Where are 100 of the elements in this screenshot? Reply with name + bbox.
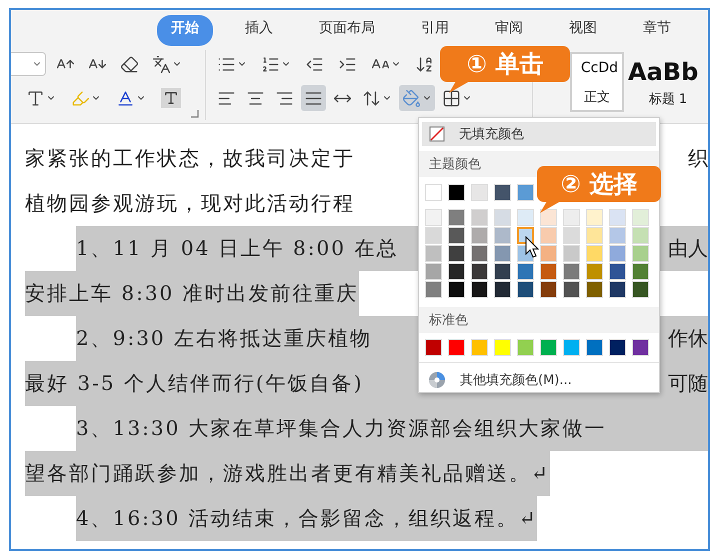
color-swatch[interactable] bbox=[517, 280, 534, 298]
color-swatch[interactable] bbox=[425, 262, 442, 280]
color-swatch[interactable] bbox=[632, 280, 649, 298]
style-sample: CcDd bbox=[580, 60, 619, 76]
color-swatch[interactable] bbox=[563, 280, 580, 298]
sort-icon bbox=[414, 54, 434, 74]
document-text: 1、11 月 04 日上午 8:00 在总 bbox=[76, 235, 398, 262]
document-text: 作休 bbox=[668, 325, 708, 352]
color-wheel-icon bbox=[428, 371, 446, 390]
color-swatch[interactable] bbox=[448, 208, 465, 226]
justify-button[interactable] bbox=[300, 85, 326, 111]
color-swatch[interactable] bbox=[540, 338, 557, 356]
color-swatch[interactable] bbox=[632, 226, 649, 244]
document-text: 家紧张的工作状态，故我司决定于 bbox=[25, 145, 355, 172]
ribbon-tab[interactable]: 页面布局 bbox=[305, 15, 389, 46]
color-swatch[interactable] bbox=[494, 338, 511, 356]
color-swatch[interactable] bbox=[517, 184, 534, 200]
color-swatch[interactable] bbox=[563, 226, 580, 244]
more-colors-item[interactable]: 其他填充颜色(M)... bbox=[419, 362, 659, 392]
color-swatch[interactable] bbox=[425, 208, 442, 226]
color-swatch[interactable] bbox=[563, 244, 580, 262]
borders-icon bbox=[442, 88, 461, 108]
style-preset[interactable]: CcDd 正文 bbox=[570, 52, 624, 112]
line-spacing-icon bbox=[362, 88, 381, 108]
color-swatch[interactable] bbox=[471, 338, 488, 356]
color-swatch[interactable] bbox=[494, 262, 511, 280]
ribbon-tab[interactable]: 章节 bbox=[629, 15, 685, 46]
color-swatch[interactable] bbox=[425, 184, 442, 200]
color-swatch[interactable] bbox=[609, 226, 626, 244]
document-text: 最好 3-5 个人结伴而行(午饭自备) bbox=[25, 370, 364, 397]
color-swatch[interactable] bbox=[448, 338, 465, 356]
color-swatch[interactable] bbox=[448, 226, 465, 244]
color-swatch[interactable] bbox=[471, 280, 488, 298]
numbering-icon bbox=[260, 54, 280, 74]
color-swatch[interactable] bbox=[563, 262, 580, 280]
color-swatch[interactable] bbox=[609, 208, 626, 226]
color-swatch[interactable] bbox=[471, 262, 488, 280]
fill-icon bbox=[402, 88, 421, 108]
color-swatch[interactable] bbox=[586, 208, 603, 226]
ribbon-tab[interactable]: 插入 bbox=[231, 15, 287, 46]
color-swatch[interactable] bbox=[425, 226, 442, 244]
color-swatch[interactable] bbox=[540, 244, 557, 262]
color-swatch[interactable] bbox=[609, 262, 626, 280]
color-swatch[interactable] bbox=[494, 280, 511, 298]
color-swatch[interactable] bbox=[609, 280, 626, 298]
color-swatch[interactable] bbox=[540, 280, 557, 298]
ribbon-tab[interactable]: 视图 bbox=[555, 15, 611, 46]
color-swatch[interactable] bbox=[586, 338, 603, 356]
pointer-cursor-icon bbox=[525, 236, 539, 258]
color-swatch[interactable] bbox=[632, 338, 649, 356]
color-swatch[interactable] bbox=[540, 226, 557, 244]
color-swatch[interactable] bbox=[563, 208, 580, 226]
color-swatch[interactable] bbox=[448, 244, 465, 262]
color-swatch[interactable] bbox=[448, 262, 465, 280]
color-swatch[interactable] bbox=[494, 208, 511, 226]
color-swatch[interactable] bbox=[586, 226, 603, 244]
color-swatch[interactable] bbox=[494, 226, 511, 244]
color-swatch[interactable] bbox=[563, 338, 580, 356]
character-shading-button[interactable] bbox=[158, 85, 184, 111]
ribbon-tab[interactable]: 引用 bbox=[407, 15, 463, 46]
color-swatch[interactable] bbox=[586, 262, 603, 280]
document-text: 安排上车 8:30 准时出发前往重庆 bbox=[25, 280, 359, 307]
no-fill-item[interactable]: 无填充颜色 bbox=[422, 122, 656, 146]
color-swatch[interactable] bbox=[425, 338, 442, 356]
document-text: 可随 bbox=[668, 370, 708, 397]
document-text: 植物园参观游玩，现对此活动行程 bbox=[25, 190, 355, 217]
style-preset[interactable]: AaBb 标题 1 bbox=[628, 52, 708, 112]
color-swatch[interactable] bbox=[471, 226, 488, 244]
dialog-launcher-icon[interactable] bbox=[190, 110, 199, 118]
document-text: 3、13:30 大家在草坪集合人力资源部会组织大家做一 bbox=[76, 415, 607, 442]
color-swatch[interactable] bbox=[471, 244, 488, 262]
color-swatch[interactable] bbox=[540, 208, 557, 226]
color-swatch[interactable] bbox=[517, 262, 534, 280]
font-size-field[interactable] bbox=[11, 52, 46, 76]
color-swatch[interactable] bbox=[425, 280, 442, 298]
color-swatch[interactable] bbox=[448, 184, 465, 200]
color-swatch[interactable] bbox=[632, 244, 649, 262]
color-swatch[interactable] bbox=[586, 244, 603, 262]
no-fill-icon bbox=[429, 126, 445, 142]
color-swatch[interactable] bbox=[540, 262, 557, 280]
color-swatch[interactable] bbox=[517, 338, 534, 356]
highlight-icon bbox=[71, 88, 90, 108]
color-swatch[interactable] bbox=[517, 226, 534, 244]
font-color-icon bbox=[116, 88, 135, 108]
color-swatch[interactable] bbox=[448, 280, 465, 298]
color-swatch[interactable] bbox=[494, 244, 511, 262]
document-text: 由人 bbox=[668, 235, 708, 262]
color-swatch[interactable] bbox=[471, 184, 488, 200]
color-swatch[interactable] bbox=[425, 244, 442, 262]
color-swatch[interactable] bbox=[494, 184, 511, 200]
color-swatch[interactable] bbox=[632, 262, 649, 280]
color-swatch[interactable] bbox=[632, 208, 649, 226]
ribbon-tab[interactable]: 审阅 bbox=[481, 15, 537, 46]
text-effect-icon bbox=[26, 88, 45, 108]
color-swatch[interactable] bbox=[609, 244, 626, 262]
color-swatch[interactable] bbox=[471, 208, 488, 226]
clear-format-icon bbox=[120, 54, 139, 74]
color-swatch[interactable] bbox=[609, 338, 626, 356]
color-swatch[interactable] bbox=[586, 280, 603, 298]
color-swatch[interactable] bbox=[517, 208, 534, 226]
